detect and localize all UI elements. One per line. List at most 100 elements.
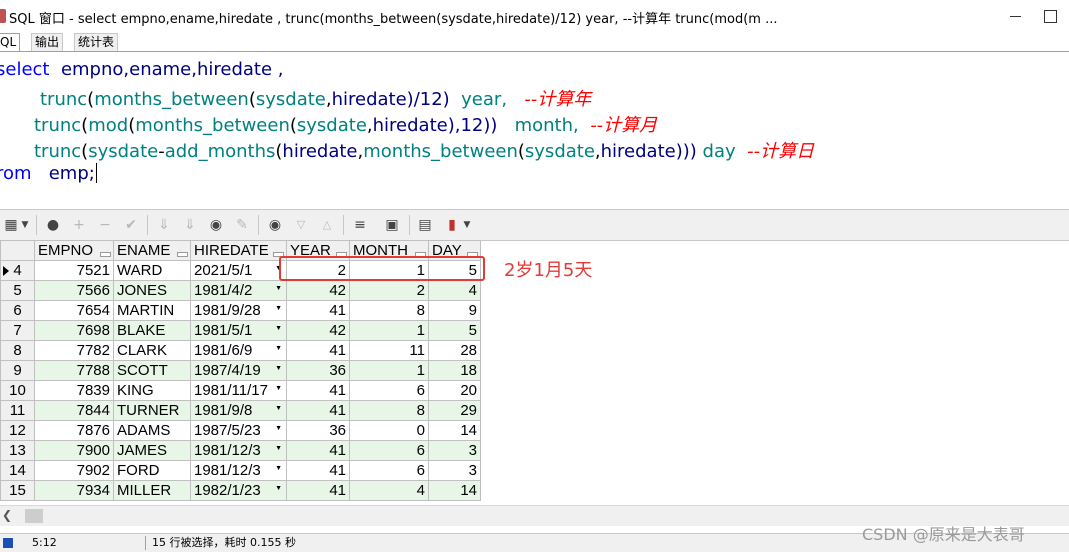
- tab-output[interactable]: 输出: [31, 33, 64, 51]
- row-number[interactable]: 13: [0, 440, 35, 461]
- cell-month[interactable]: 1: [349, 360, 429, 381]
- minimize-button[interactable]: [1004, 4, 1028, 28]
- row-number[interactable]: 15: [0, 480, 35, 501]
- cell-month[interactable]: 2: [349, 280, 429, 301]
- cell-year[interactable]: 41: [286, 400, 350, 421]
- cell-hiredate[interactable]: 1981/6/9 ▼: [190, 340, 287, 361]
- scrollbar-thumb[interactable]: [25, 509, 43, 523]
- column-header-ename[interactable]: ENAME: [113, 240, 191, 261]
- tab-sql[interactable]: QL: [0, 33, 21, 51]
- tab-statistics[interactable]: 统计表: [74, 33, 119, 51]
- cell-ename[interactable]: SCOTT: [113, 360, 191, 381]
- scroll-left-icon[interactable]: ❮: [2, 508, 12, 522]
- row-number[interactable]: 12: [0, 420, 35, 441]
- cell-hiredate[interactable]: 1981/11/17 ▼: [190, 380, 287, 401]
- column-header-hiredate[interactable]: HIREDATE: [190, 240, 287, 261]
- row-number[interactable]: 4: [0, 260, 35, 281]
- row-number[interactable]: 5: [0, 280, 35, 301]
- cell-year[interactable]: 41: [286, 440, 350, 461]
- table-row[interactable]: 14 7902 FORD 1981/12/3 ▼ 41 6 3: [0, 460, 481, 481]
- print-icon[interactable]: ▤: [416, 216, 434, 234]
- cell-year[interactable]: 41: [286, 480, 350, 501]
- cell-day[interactable]: 3: [428, 440, 481, 461]
- cell-year[interactable]: 42: [286, 280, 350, 301]
- cell-empno[interactable]: 7900: [34, 440, 114, 461]
- dropdown-icon[interactable]: ▼: [275, 425, 282, 432]
- delete-record-icon[interactable]: −: [96, 216, 114, 234]
- cell-ename[interactable]: MARTIN: [113, 300, 191, 321]
- cell-month[interactable]: 6: [349, 440, 429, 461]
- add-record-icon[interactable]: +: [70, 216, 88, 234]
- cell-hiredate[interactable]: 1981/4/2 ▼: [190, 280, 287, 301]
- dropdown-icon[interactable]: ▼: [275, 445, 282, 452]
- fetch-next-icon[interactable]: ⇓: [155, 216, 173, 234]
- cell-empno[interactable]: 7902: [34, 460, 114, 481]
- chart-icon[interactable]: ▮: [443, 216, 461, 234]
- maximize-button[interactable]: [1044, 10, 1057, 23]
- cell-month[interactable]: 8: [349, 400, 429, 421]
- post-changes-icon[interactable]: ✔: [122, 216, 140, 234]
- cell-day[interactable]: 9: [428, 300, 481, 321]
- table-row[interactable]: 8 7782 CLARK 1981/6/9 ▼ 41 11 28: [0, 340, 481, 361]
- cell-hiredate[interactable]: 1981/9/8 ▼: [190, 400, 287, 421]
- row-number[interactable]: 6: [0, 300, 35, 321]
- cell-day[interactable]: 14: [428, 420, 481, 441]
- cell-month[interactable]: 8: [349, 300, 429, 321]
- cell-ename[interactable]: JAMES: [113, 440, 191, 461]
- table-row[interactable]: 13 7900 JAMES 1981/12/3 ▼ 41 6 3: [0, 440, 481, 461]
- previous-icon[interactable]: ▽: [292, 216, 310, 234]
- table-row[interactable]: 10 7839 KING 1981/11/17 ▼ 41 6 20: [0, 380, 481, 401]
- cell-hiredate[interactable]: 1981/5/1 ▼: [190, 320, 287, 341]
- sql-editor[interactable]: select empno,ename,hiredate , trunc(mont…: [0, 52, 1069, 208]
- find-icon[interactable]: ◉: [207, 216, 225, 234]
- table-row[interactable]: 9 7788 SCOTT 1987/4/19 ▼ 36 1 18: [0, 360, 481, 381]
- chevron-down-icon[interactable]: ▼: [20, 216, 30, 234]
- cell-empno[interactable]: 7876: [34, 420, 114, 441]
- dropdown-icon[interactable]: ▼: [275, 305, 282, 312]
- cell-month[interactable]: 6: [349, 380, 429, 401]
- cell-month[interactable]: 6: [349, 460, 429, 481]
- cell-empno[interactable]: 7839: [34, 380, 114, 401]
- row-number[interactable]: 11: [0, 400, 35, 421]
- table-row[interactable]: 5 7566 JONES 1981/4/2 ▼ 42 2 4: [0, 280, 481, 301]
- cell-day[interactable]: 29: [428, 400, 481, 421]
- table-row[interactable]: 7 7698 BLAKE 1981/5/1 ▼ 42 1 5: [0, 320, 481, 341]
- fetch-last-icon[interactable]: ⇓: [181, 216, 199, 234]
- cell-ename[interactable]: MILLER: [113, 480, 191, 501]
- grid-icon[interactable]: ▦: [2, 216, 20, 234]
- row-number-header[interactable]: [0, 240, 35, 261]
- row-number[interactable]: 10: [0, 380, 35, 401]
- cell-hiredate[interactable]: 1987/4/19 ▼: [190, 360, 287, 381]
- cell-hiredate[interactable]: 1981/12/3 ▼: [190, 440, 287, 461]
- cell-empno[interactable]: 7782: [34, 340, 114, 361]
- cell-month[interactable]: 11: [349, 340, 429, 361]
- cell-hiredate[interactable]: 1981/9/28 ▼: [190, 300, 287, 321]
- cell-ename[interactable]: WARD: [113, 260, 191, 281]
- query-by-example-icon[interactable]: ◉: [266, 216, 284, 234]
- dropdown-icon[interactable]: ▼: [275, 285, 282, 292]
- cell-ename[interactable]: FORD: [113, 460, 191, 481]
- cell-empno[interactable]: 7934: [34, 480, 114, 501]
- dropdown-icon[interactable]: ▼: [275, 485, 282, 492]
- lock-icon[interactable]: ●: [44, 216, 62, 234]
- next-icon[interactable]: △: [318, 216, 336, 234]
- cell-day[interactable]: 5: [428, 320, 481, 341]
- cell-year[interactable]: 41: [286, 340, 350, 361]
- cell-hiredate[interactable]: 2021/5/1 ▼: [190, 260, 287, 281]
- table-row[interactable]: 12 7876 ADAMS 1987/5/23 ▼ 36 0 14: [0, 420, 481, 441]
- cell-month[interactable]: 0: [349, 420, 429, 441]
- cell-ename[interactable]: BLAKE: [113, 320, 191, 341]
- dropdown-icon[interactable]: ▼: [275, 325, 282, 332]
- cell-ename[interactable]: ADAMS: [113, 420, 191, 441]
- row-number[interactable]: 7: [0, 320, 35, 341]
- clear-icon[interactable]: ✎: [233, 216, 251, 234]
- cell-hiredate[interactable]: 1981/12/3 ▼: [190, 460, 287, 481]
- table-row[interactable]: 15 7934 MILLER 1982/1/23 ▼ 41 4 14: [0, 480, 481, 501]
- cell-day[interactable]: 14: [428, 480, 481, 501]
- dropdown-icon[interactable]: ▼: [275, 345, 282, 352]
- cell-ename[interactable]: CLARK: [113, 340, 191, 361]
- cell-empno[interactable]: 7698: [34, 320, 114, 341]
- row-number[interactable]: 14: [0, 460, 35, 481]
- cell-hiredate[interactable]: 1982/1/23 ▼: [190, 480, 287, 501]
- cell-empno[interactable]: 7788: [34, 360, 114, 381]
